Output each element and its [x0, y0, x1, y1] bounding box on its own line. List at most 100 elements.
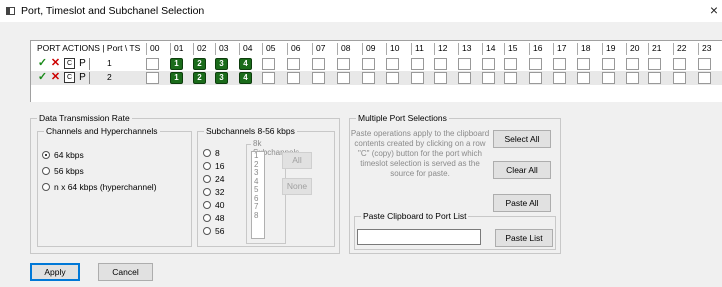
app-icon: [6, 7, 15, 15]
timeslot-cell-11[interactable]: [411, 72, 424, 84]
apply-check-icon[interactable]: ✓: [37, 58, 48, 69]
timeslot-cell-18[interactable]: [577, 72, 590, 84]
timeslot-cell-05[interactable]: [262, 58, 275, 70]
timeslot-cell-10[interactable]: [386, 72, 399, 84]
timeslot-cell-00[interactable]: [146, 72, 159, 84]
timeslot-cell-12[interactable]: [434, 72, 447, 84]
timeslot-cell-17[interactable]: [553, 58, 566, 70]
radio-dot: [42, 151, 50, 159]
clear-all-button[interactable]: Clear All: [493, 161, 551, 179]
clear-x-icon[interactable]: ✕: [50, 72, 61, 83]
copy-icon[interactable]: C: [64, 58, 75, 69]
timeslot-cell-06[interactable]: [287, 72, 300, 84]
timeslot-cell-10[interactable]: [386, 58, 399, 70]
radio-56kbps[interactable]: 56 kbps: [42, 166, 84, 176]
timeslot-cell-07[interactable]: [312, 58, 325, 70]
timeslot-cell-07[interactable]: [312, 72, 325, 84]
paste-icon[interactable]: P: [77, 58, 88, 69]
none-button[interactable]: None: [282, 178, 312, 195]
radio-dot: [203, 227, 211, 235]
timeslot-cell-12[interactable]: [434, 58, 447, 70]
subchannel-radio-32[interactable]: 32: [203, 187, 224, 197]
timeslot-cell-03[interactable]: 3: [215, 72, 228, 84]
timeslot-cell-15[interactable]: [504, 58, 517, 70]
timeslot-cell-20[interactable]: [626, 58, 639, 70]
timeslot-header-22: 22: [673, 43, 686, 55]
cancel-button[interactable]: Cancel: [98, 263, 153, 281]
paste-list-button[interactable]: Paste List: [495, 229, 553, 247]
port-row: ✓ ✕ C P 1 1 2 3 4: [31, 57, 722, 71]
subchannel-radio-56[interactable]: 56: [203, 226, 224, 236]
timeslot-cell-08[interactable]: [337, 72, 350, 84]
timeslot-cell-18[interactable]: [577, 58, 590, 70]
timeslot-cell-22[interactable]: [673, 72, 686, 84]
timeslot-cell-13[interactable]: [458, 72, 471, 84]
timeslot-cell-23[interactable]: [698, 72, 711, 84]
apply-button[interactable]: Apply: [30, 263, 80, 281]
timeslot-cell-02[interactable]: 2: [193, 58, 206, 70]
timeslot-cell-05[interactable]: [262, 72, 275, 84]
timeslot-cell-13[interactable]: [458, 58, 471, 70]
apply-check-icon[interactable]: ✓: [37, 72, 48, 83]
timeslot-cell-14[interactable]: [482, 58, 495, 70]
subchannel-radio-8[interactable]: 8: [203, 148, 220, 158]
subchannel-list-item[interactable]: 8: [254, 211, 264, 221]
data-rate-group: Data Transmission Rate Channels and Hype…: [30, 113, 340, 254]
timeslot-cell-20[interactable]: [626, 72, 639, 84]
timeslot-header-09: 09: [362, 43, 375, 55]
subchannel-list-group: 8k Subchannels 12345678: [246, 139, 302, 244]
timeslot-header-02: 02: [193, 43, 206, 55]
select-all-button[interactable]: Select All: [493, 130, 551, 148]
timeslot-cell-11[interactable]: [411, 58, 424, 70]
radio-hyperchannel[interactable]: n x 64 kbps (hyperchannel): [42, 182, 157, 192]
paste-icon[interactable]: P: [77, 72, 88, 83]
timeslot-cell-08[interactable]: [337, 58, 350, 70]
radio-label: 40: [215, 200, 225, 210]
radio-dot: [203, 162, 211, 170]
timeslot-cell-21[interactable]: [648, 72, 661, 84]
timeslot-cell-15[interactable]: [504, 72, 517, 84]
clipboard-legend: Paste Clipboard to Port List: [361, 211, 469, 221]
paste-description: Paste operations apply to the clipboard …: [350, 129, 490, 178]
timeslot-cell-01[interactable]: 1: [170, 72, 183, 84]
timeslot-cell-09[interactable]: [362, 72, 375, 84]
timeslot-cell-04[interactable]: 4: [239, 58, 252, 70]
radio-dot: [203, 201, 211, 209]
radio-64kbps[interactable]: 64 kbps: [42, 150, 84, 160]
timeslot-cell-19[interactable]: [602, 72, 615, 84]
subchannel-radio-48[interactable]: 48: [203, 213, 224, 223]
subchannel-radio-40[interactable]: 40: [203, 200, 224, 210]
timeslot-cell-00[interactable]: [146, 58, 159, 70]
timeslot-cell-03[interactable]: 3: [215, 58, 228, 70]
timeslot-cell-04[interactable]: 4: [239, 72, 252, 84]
all-button[interactable]: All: [282, 152, 312, 169]
radio-dot: [42, 167, 50, 175]
copy-icon[interactable]: C: [64, 72, 75, 83]
timeslot-cell-19[interactable]: [602, 58, 615, 70]
timeslot-cell-02[interactable]: 2: [193, 72, 206, 84]
timeslot-cell-16[interactable]: [529, 72, 542, 84]
timeslot-cell-21[interactable]: [648, 58, 661, 70]
clear-x-icon[interactable]: ✕: [50, 58, 61, 69]
timeslot-cell-17[interactable]: [553, 72, 566, 84]
timeslot-header-00: 00: [146, 43, 159, 55]
timeslot-cell-01[interactable]: 1: [170, 58, 183, 70]
timeslot-cell-06[interactable]: [287, 58, 300, 70]
timeslot-cell-14[interactable]: [482, 72, 495, 84]
subchannel-list[interactable]: 12345678: [251, 151, 265, 239]
timeslot-cell-22[interactable]: [673, 58, 686, 70]
port-list-field[interactable]: [357, 229, 481, 245]
radio-label: n x 64 kbps (hyperchannel): [54, 182, 157, 192]
radio-label: 56 kbps: [54, 166, 84, 176]
radio-label: 48: [215, 213, 225, 223]
subchannel-radio-24[interactable]: 24: [203, 174, 224, 184]
timeslot-cell-16[interactable]: [529, 58, 542, 70]
timeslot-cell-23[interactable]: [698, 58, 711, 70]
timeslot-header-13: 13: [458, 43, 471, 55]
paste-all-button[interactable]: Paste All: [493, 194, 551, 212]
timeslot-cell-09[interactable]: [362, 58, 375, 70]
timeslot-header-20: 20: [626, 43, 639, 55]
close-icon[interactable]: ×: [710, 2, 718, 18]
subchannel-radio-16[interactable]: 16: [203, 161, 224, 171]
timeslot-header-03: 03: [215, 43, 228, 55]
